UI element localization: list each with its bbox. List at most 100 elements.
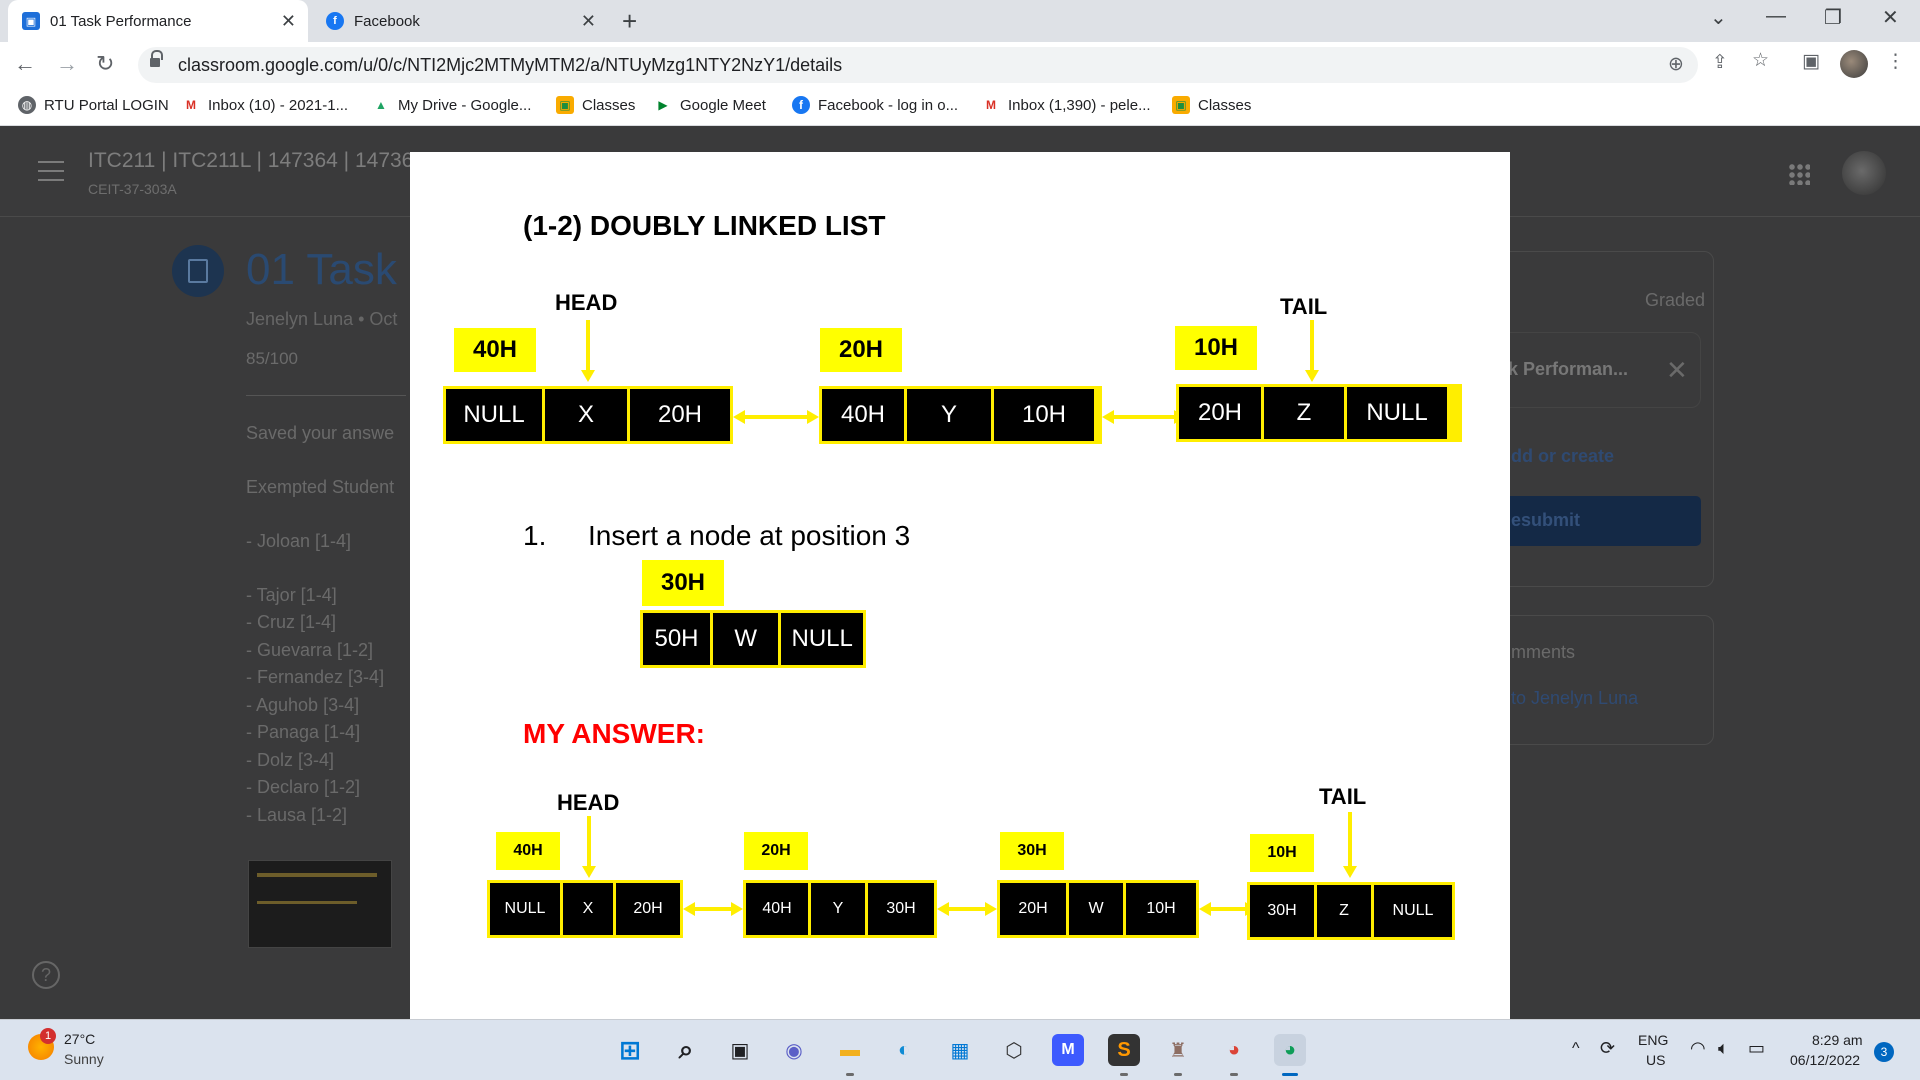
node-next: 10H [1126,883,1196,935]
resubmit-button[interactable]: esubmit [1495,496,1701,546]
your-work-card: Graded k Performan... ✕ dd or create esu… [1480,251,1714,587]
tab-task-performance[interactable]: ▣ 01 Task Performance ✕ [8,0,308,42]
instruction-line: - Declaro [1-2] [246,777,361,797]
link-arrow [683,902,743,916]
add-or-create-button[interactable]: dd or create [1511,446,1614,467]
side-panel-icon[interactable]: ▣ [1802,50,1820,73]
minimize-button[interactable]: — [1766,5,1786,28]
instruction-line: Exempted Student [246,477,395,497]
task-view-icon[interactable]: ▣ [724,1034,756,1066]
classroom-icon: ▣ [556,96,574,114]
node-next: 20H [616,883,680,935]
close-window-button[interactable]: ✕ [1882,5,1899,30]
classroom-icon: ▣ [1172,96,1190,114]
node-data: Y [907,389,991,441]
menu-icon[interactable] [38,161,64,181]
apps-grid-icon[interactable] [1788,163,1810,185]
close-tab-icon[interactable]: ✕ [281,11,296,32]
bookmark-inbox-1[interactable]: M Inbox (10) - 2021-1... [182,96,348,114]
link-arrow [937,902,997,916]
url-text[interactable]: classroom.google.com/u/0/c/NTI2Mjc2MTMyM… [178,55,842,76]
attachment-thumbnail[interactable] [248,860,392,948]
language-bottom[interactable]: US [1646,1052,1665,1068]
tab-strip: ▣ 01 Task Performance ✕ f Facebook ✕ + ⌄… [0,0,1920,42]
game-icon[interactable]: ♜ [1162,1034,1194,1066]
share-icon[interactable]: ⇪ [1712,51,1728,74]
language-top[interactable]: ENG [1638,1032,1668,1048]
volume-icon[interactable]: 🔈︎ [1718,1038,1729,1059]
facebook-icon: f [792,96,810,114]
restore-button[interactable]: ❐ [1824,5,1842,30]
close-tab-icon[interactable]: ✕ [581,11,596,32]
instruction-line: - Joloan [1-4] [246,531,352,551]
weather-badge: 1 [40,1028,56,1044]
bookmark-star-icon[interactable]: ☆ [1752,49,1769,72]
vs-icon[interactable]: M [1052,1034,1084,1066]
remove-attachment-icon[interactable]: ✕ [1666,355,1688,386]
bookmark-rtu-portal[interactable]: ◍ RTU Portal LOGIN [18,96,169,114]
task-number: 1. [523,520,547,551]
forward-button[interactable]: → [56,51,78,77]
active-indicator [1282,1073,1298,1076]
tab-search-chevron-icon[interactable]: ⌄ [1710,5,1727,30]
zoom-icon[interactable]: ⊕ [1668,53,1684,76]
notification-count[interactable]: 3 [1874,1042,1894,1062]
tab-facebook[interactable]: f Facebook ✕ [312,0,608,42]
back-button[interactable]: ← [14,51,36,77]
node-data: Y [811,883,865,935]
help-icon[interactable]: ? [32,961,60,989]
sync-icon[interactable]: ⟳ [1600,1038,1615,1059]
battery-icon[interactable]: ▭ [1748,1038,1765,1059]
address-bar[interactable]: classroom.google.com/u/0/c/NTI2Mjc2MTMyM… [138,47,1698,83]
tail-arrow [1343,812,1357,878]
account-avatar[interactable] [1842,151,1886,195]
clock-date[interactable]: 06/12/2022 [1790,1052,1860,1068]
bookmark-classes-1[interactable]: ▣ Classes [556,96,635,114]
node-prev: 50H [643,613,710,665]
unity-icon[interactable]: ⬡ [998,1034,1030,1066]
search-icon[interactable]: ⌕ [670,1034,702,1066]
bookmark-facebook[interactable]: f Facebook - log in o... [792,96,958,114]
meet-icon: ▶ [658,98,668,112]
node-address: 40H [496,832,560,870]
node-data: X [545,389,627,441]
sublime-icon[interactable]: S [1108,1034,1140,1066]
bookmark-my-drive[interactable]: ▲ My Drive - Google... [372,96,531,114]
wifi-icon[interactable]: ◠ [1690,1038,1706,1059]
chrome-profile-icon[interactable]: ◕ [1218,1034,1250,1066]
course-title[interactable]: ITC211 | ITC211L | 147364 | 14736 [88,149,413,173]
attachment-chip[interactable]: k Performan... ✕ [1495,332,1701,408]
bookmark-google-meet[interactable]: ▶ Google Meet [654,96,766,114]
bookmarks-bar: ◍ RTU Portal LOGIN M Inbox (10) - 2021-1… [0,88,1920,126]
bookmark-classes-2[interactable]: ▣ Classes [1172,96,1251,114]
document-title: (1-2) DOUBLY LINKED LIST [523,210,886,241]
reload-button[interactable]: ↻ [96,51,114,77]
edge-icon[interactable]: ◐ [888,1034,920,1066]
show-hidden-icons[interactable]: ^ [1572,1040,1580,1058]
comments-title: mments [1511,642,1576,662]
clock-time[interactable]: 8:29 am [1812,1032,1863,1048]
divider [246,395,406,396]
bookmark-inbox-2[interactable]: M Inbox (1,390) - pele... [982,96,1151,114]
list-node: 40H Y 30H [743,880,937,938]
drive-icon: ▲ [375,98,387,112]
add-comment-link[interactable]: to Jenelyn Luna [1511,688,1638,709]
start-icon[interactable]: ⊞ [614,1034,646,1066]
profile-avatar[interactable] [1840,50,1868,78]
store-icon[interactable]: ▦ [944,1034,976,1066]
chat-icon[interactable]: ◉ [778,1034,810,1066]
instruction-line: - Aguhob [3-4] [246,695,360,715]
lock-icon[interactable] [150,50,163,68]
classroom-icon: ▣ [22,12,40,30]
node-data: W [712,613,779,665]
tail-arrow [1305,320,1319,382]
weather-temp[interactable]: 27°C [64,1031,95,1047]
file-explorer-icon[interactable]: ▬ [834,1034,866,1066]
head-label: HEAD [555,290,618,315]
weather-condition[interactable]: Sunny [64,1051,104,1067]
instruction-line: - Lausa [1-2] [246,805,348,825]
node-prev: NULL [490,883,560,935]
chrome-icon[interactable]: ◕ [1274,1034,1306,1066]
more-menu-icon[interactable]: ⋮ [1886,50,1905,73]
new-tab-button[interactable]: + [622,6,637,37]
